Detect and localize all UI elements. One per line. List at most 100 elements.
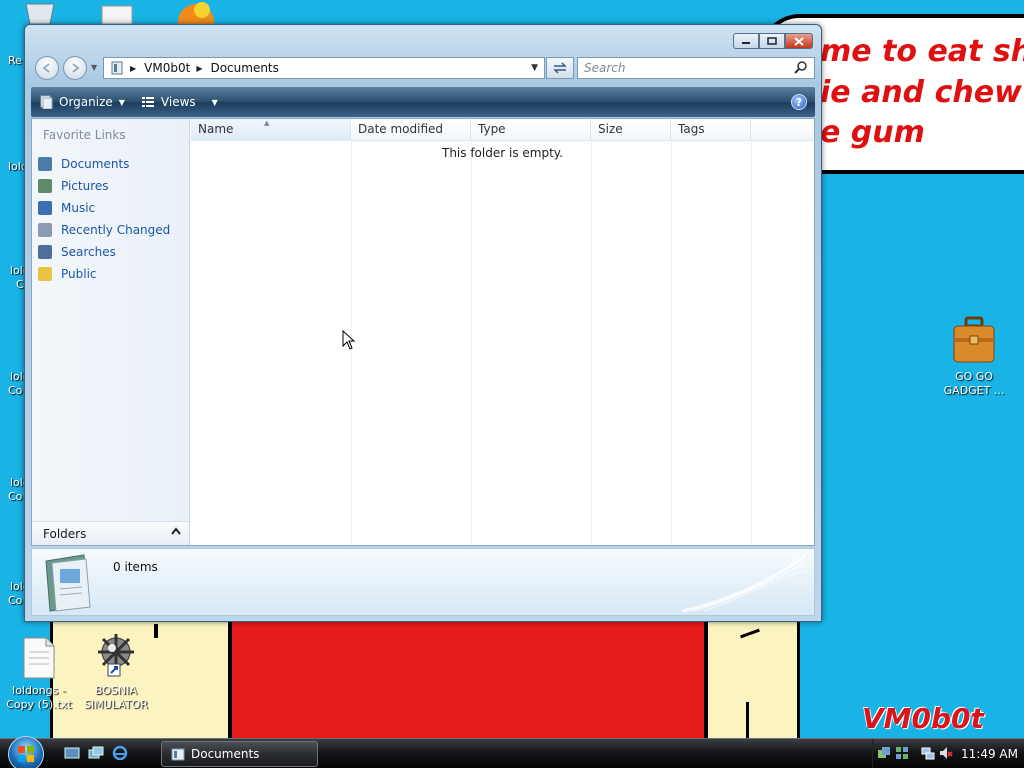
favorite-link-label: Recently Changed [61, 223, 171, 237]
windows-sidebar-icon[interactable] [895, 746, 909, 760]
favorite-links-list: Documents Pictures Music Recently Change… [38, 153, 170, 285]
breadcrumb-separator-icon[interactable]: ▶ [130, 64, 136, 73]
back-button[interactable] [35, 56, 59, 80]
searches-icon [38, 245, 52, 259]
views-dropdown-icon[interactable]: ▼ [212, 98, 218, 107]
address-bar[interactable]: ▶ VM0b0t ▶ Documents ▼ [103, 57, 545, 79]
favorite-link-label: Music [61, 201, 96, 215]
network-icon[interactable] [921, 746, 935, 760]
explorer-window: ▼ ▶ VM0b0t ▶ Documents ▼ Search Organize… [24, 24, 822, 622]
desktop-icon-go-go-gadget[interactable]: GO GO GADGET ... [938, 316, 1010, 398]
column-divider [471, 141, 472, 545]
internet-explorer-icon[interactable] [112, 746, 128, 760]
breadcrumb-current[interactable]: Documents [210, 61, 278, 75]
column-header-type[interactable]: Type [471, 119, 591, 141]
column-header-name[interactable]: ▲ Name [191, 119, 351, 141]
favorite-link-documents[interactable]: Documents [38, 153, 170, 175]
system-tray: 11:49 AM [872, 739, 1024, 768]
organize-button[interactable]: Organize ▼ [31, 95, 133, 109]
minimize-icon [742, 42, 750, 44]
firefox-icon[interactable] [172, 0, 220, 24]
desktop-icon-loldongs[interactable]: loldongs - Copy (5).txt [4, 636, 74, 712]
desktop-icon-label: GADGET ... [943, 384, 1005, 397]
column-header-label: Size [598, 122, 623, 136]
taskbar-button-documents[interactable]: Documents [161, 741, 318, 767]
breadcrumb-root[interactable]: VM0b0t [144, 61, 190, 75]
close-button[interactable] [785, 33, 813, 49]
favorite-link-pictures[interactable]: Pictures [38, 175, 170, 197]
views-button[interactable]: Views ▼ [133, 95, 226, 109]
refresh-icon [553, 62, 567, 74]
breadcrumb-separator-icon[interactable]: ▶ [196, 64, 202, 73]
windows-logo-icon [18, 746, 34, 762]
address-dropdown-icon[interactable]: ▼ [531, 63, 538, 73]
mine-icon [98, 634, 134, 677]
search-icon[interactable] [794, 60, 808, 81]
content-area: Favorite Links Documents Pictures Music … [31, 118, 815, 546]
recent-pages-dropdown-icon[interactable]: ▼ [91, 63, 97, 72]
maximize-icon [767, 37, 777, 45]
folder-icon [171, 748, 185, 761]
desktop-edge-label[interactable]: Co [8, 594, 22, 607]
wallpaper-bottom-art [40, 622, 820, 740]
folders-toggle[interactable]: Folders [32, 521, 189, 545]
favorite-link-searches[interactable]: Searches [38, 241, 170, 263]
desktop-icon-label: Copy (5).txt [6, 698, 72, 711]
minimize-button[interactable] [733, 33, 759, 49]
column-header-date-modified[interactable]: Date modified [351, 119, 471, 141]
column-divider [671, 141, 672, 545]
column-header-label: Tags [678, 122, 705, 136]
help-button[interactable]: ? [791, 94, 807, 110]
column-header-label: Name [198, 122, 234, 136]
desktop-edge-label[interactable]: Co [8, 490, 22, 503]
documents-icon [38, 157, 52, 171]
favorite-link-label: Public [61, 267, 97, 281]
favorite-link-public[interactable]: Public [38, 263, 170, 285]
desktop-icon-label: GO GO [955, 370, 993, 383]
clock[interactable]: 11:49 AM [961, 747, 1018, 761]
maximize-button[interactable] [759, 33, 785, 49]
favorite-link-label: Documents [61, 157, 130, 171]
refresh-button[interactable] [546, 57, 574, 79]
favorite-link-label: Searches [61, 245, 116, 259]
organize-icon [39, 95, 53, 109]
organize-label: Organize [59, 95, 113, 109]
desktop-edge-label[interactable]: C [16, 278, 24, 291]
search-placeholder: Search [584, 61, 626, 75]
music-icon [38, 201, 52, 215]
desktop-icon-label: loldongs - [12, 684, 66, 697]
window-caption-buttons [733, 33, 813, 49]
search-input[interactable]: Search [577, 57, 815, 79]
desktop-edge-label[interactable]: Co [8, 384, 22, 397]
start-button[interactable] [8, 736, 44, 768]
show-desktop-icon[interactable] [64, 746, 80, 760]
network-sharing-icon[interactable] [877, 746, 891, 760]
column-divider [591, 141, 592, 545]
forward-button[interactable] [63, 56, 87, 80]
taskbar: Documents 11:49 AM [0, 736, 1024, 768]
back-arrow-icon [42, 63, 50, 73]
document-icon[interactable] [100, 4, 134, 24]
mouse-cursor-icon [342, 330, 356, 350]
command-toolbar: Organize ▼ Views ▼ ? [31, 87, 815, 117]
organize-dropdown-icon: ▼ [118, 97, 125, 107]
volume-muted-icon[interactable] [939, 746, 953, 760]
decorative-swoosh [681, 553, 807, 613]
documents-folder-icon [45, 554, 91, 612]
file-list-pane[interactable]: ▲ Name Date modified Type Size Tags This… [191, 119, 814, 545]
desktop-icon-bosnia-simulator[interactable]: BOSNIA SIMULATOR [80, 632, 152, 712]
column-header-tags[interactable]: Tags [671, 119, 751, 141]
item-count: 0 items [113, 560, 158, 574]
desktop-edge-label[interactable]: Re [8, 54, 22, 67]
taskbar-button-label: Documents [191, 747, 260, 761]
close-icon [794, 36, 804, 46]
favorite-link-recently-changed[interactable]: Recently Changed [38, 219, 170, 241]
recycle-bin-icon[interactable] [22, 0, 58, 24]
column-header-size[interactable]: Size [591, 119, 671, 141]
wallpaper-signature: VM0b0t [862, 702, 984, 735]
favorite-link-music[interactable]: Music [38, 197, 170, 219]
folder-location-icon [111, 61, 123, 75]
switch-windows-icon[interactable] [88, 746, 104, 760]
text-file-icon [23, 637, 55, 679]
column-divider [751, 141, 752, 545]
